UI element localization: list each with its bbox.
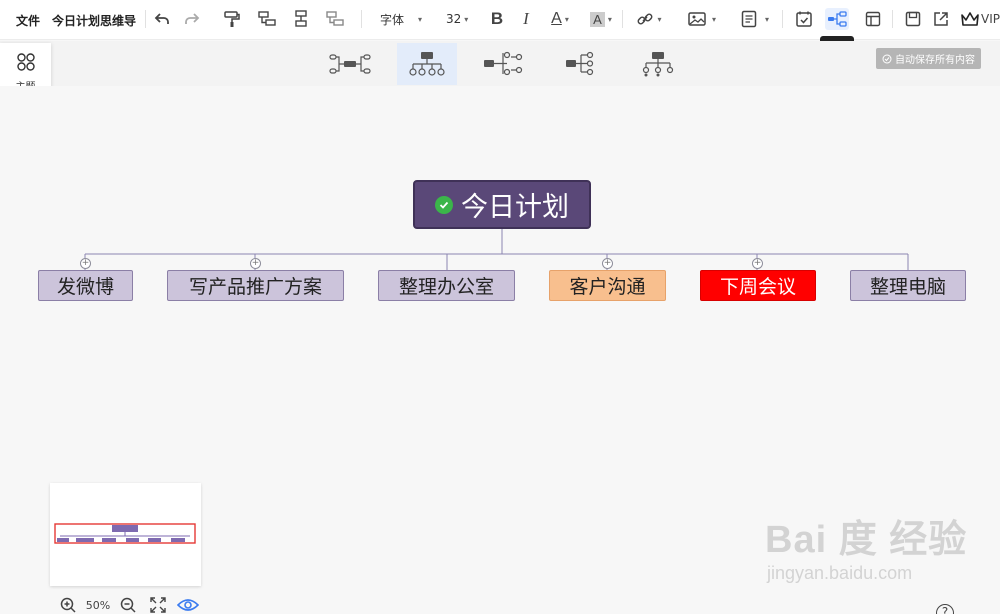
topic-label: 发微博 [56,276,114,298]
zoom-controls: 50% [56,596,200,614]
topic-client-communication[interactable]: 客户沟通 [549,270,666,301]
topic-fawei-bo[interactable]: 发微博 [38,270,133,301]
topic-label: 写产品推广方案 [188,276,322,298]
topic-organize-computer[interactable]: 整理电脑 [850,270,966,301]
root-topic-label: 今日计划 [461,192,569,223]
expand-toggle-icon[interactable]: + [602,258,613,269]
watermark-logo: Bai 度 经验 [765,519,968,561]
zoom-level: 50% [85,598,111,612]
topic-label: 整理办公室 [398,276,494,298]
zoom-in-icon[interactable] [56,597,80,613]
fit-screen-icon[interactable] [146,597,170,613]
expand-toggle-icon[interactable]: + [80,258,91,269]
topic-label: 下周会议 [719,276,796,298]
eye-preview-icon[interactable] [176,597,200,613]
baidu-jingyan-watermark: Bai 度 经验 jingyan.baidu.com [765,508,967,584]
minimap[interactable] [50,483,201,586]
zoom-out-icon[interactable] [116,597,140,613]
topic-label: 整理电脑 [869,276,946,298]
topic-label: 客户沟通 [569,276,646,298]
expand-toggle-icon[interactable]: + [752,258,763,269]
topic-next-week-meeting[interactable]: 下周会议 [700,270,816,301]
expand-toggle-icon[interactable]: + [250,258,261,269]
root-topic[interactable]: 今日计划 [413,180,591,229]
watermark-url: jingyan.baidu.com [767,563,913,583]
topic-organize-office[interactable]: 整理办公室 [378,270,515,301]
topic-product-plan[interactable]: 写产品推广方案 [167,270,344,301]
check-circle-icon [435,195,453,214]
